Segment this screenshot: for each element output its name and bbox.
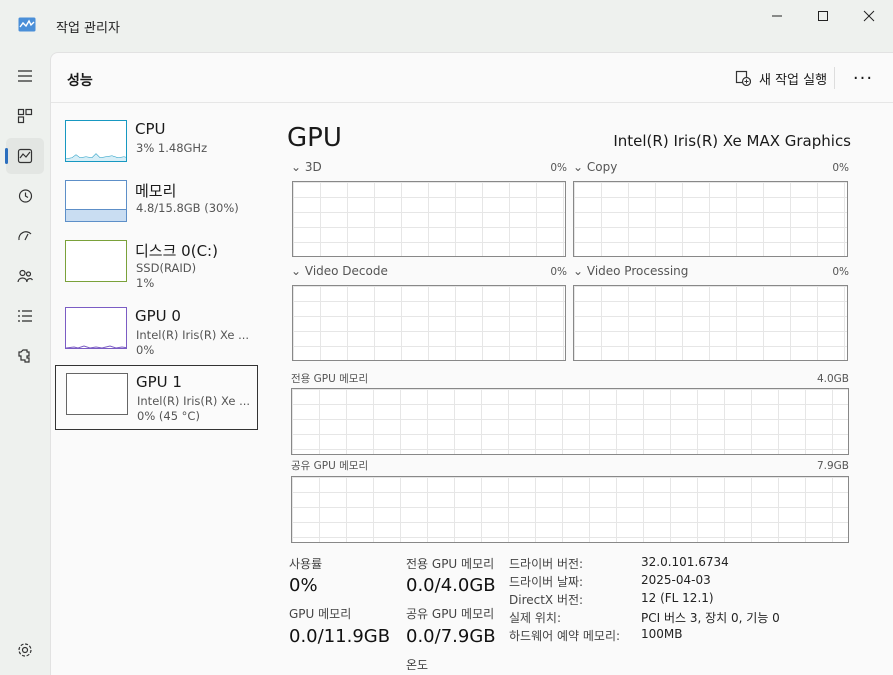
usage-value: 0%	[289, 575, 318, 596]
close-icon	[863, 10, 875, 22]
device-usage: 0% (45 °C)	[137, 409, 200, 423]
engine-copy-selector[interactable]: ⌄ Copy	[573, 160, 617, 174]
info-key: 실제 위치:	[509, 611, 562, 625]
header-divider	[834, 67, 835, 89]
engine-percent: 0%	[550, 162, 567, 174]
device-detail: Intel(R) Iris(R) Xe ...	[136, 328, 250, 342]
device-name: GPU 1	[136, 373, 182, 391]
info-value: 32.0.101.6734	[641, 555, 729, 569]
engine-video-decode-graph	[292, 285, 566, 361]
engine-video-decode-selector[interactable]: ⌄ Video Decode	[291, 264, 388, 278]
info-value: 2025-04-03	[641, 573, 711, 587]
processes-icon[interactable]	[10, 101, 40, 131]
info-key: 하드웨어 예약 메모리:	[509, 629, 621, 643]
shared-gpu-memory-value: 0.0/7.9GB	[406, 626, 496, 647]
users-icon[interactable]	[10, 261, 40, 291]
gpu-memory-value: 0.0/11.9GB	[289, 626, 391, 647]
gpu0-thumbnail-graph	[65, 307, 127, 349]
info-key: 드라이버 버전:	[509, 557, 584, 571]
title-bar: 작업 관리자	[0, 0, 893, 52]
details-icon[interactable]	[10, 301, 40, 331]
shared-memory-max: 7.9GB	[816, 460, 849, 472]
dedicated-memory-max: 4.0GB	[816, 373, 849, 385]
page-title: 성능	[67, 73, 93, 89]
info-value: 100MB	[641, 627, 683, 641]
menu-icon[interactable]	[10, 61, 40, 91]
task-manager-icon	[18, 17, 36, 32]
engine-label: Video Processing	[586, 264, 689, 278]
services-icon[interactable]	[10, 341, 40, 371]
dedicated-memory-graph	[291, 388, 849, 455]
shared-memory-label: 공유 GPU 메모리	[291, 460, 369, 472]
maximize-icon	[818, 11, 828, 21]
info-key: DirectX 버전:	[509, 593, 584, 607]
window-title: 작업 관리자	[56, 21, 120, 36]
engine-copy-graph	[573, 181, 848, 257]
more-options-button[interactable]: ···	[845, 65, 881, 91]
settings-icon[interactable]	[10, 635, 40, 665]
device-item-cpu[interactable]: CPU 3% 1.48GHz	[55, 113, 258, 178]
device-detail: Intel(R) Iris(R) Xe ...	[137, 394, 251, 408]
run-new-task-label: 새 작업 실행	[759, 72, 828, 88]
engine-percent: 0%	[550, 266, 567, 278]
device-name: 메모리	[135, 182, 177, 200]
device-name: GPU 0	[135, 307, 181, 325]
detail-title: GPU	[287, 123, 342, 153]
info-value: PCI 버스 3, 장치 0, 기능 0	[641, 611, 780, 625]
device-detail: 4.8/15.8GB (30%)	[136, 201, 239, 215]
shared-gpu-memory-label: 공유 GPU 메모리	[406, 607, 495, 621]
engine-3d-graph	[292, 181, 566, 257]
memory-thumbnail-graph	[65, 180, 127, 222]
info-value: 12 (FL 12.1)	[641, 591, 714, 605]
device-item-gpu0[interactable]: GPU 0 Intel(R) Iris(R) Xe ... 0%	[55, 300, 258, 365]
temperature-label: 온도	[406, 658, 429, 672]
main-panel: 성능 새 작업 실행 ··· CPU 3% 1.48GHz 메모리 4.8/15…	[50, 52, 893, 675]
engine-video-processing-graph	[573, 285, 848, 361]
device-item-memory[interactable]: 메모리 4.8/15.8GB (30%)	[55, 173, 258, 238]
maximize-button[interactable]	[800, 0, 846, 32]
gpu-memory-label: GPU 메모리	[289, 607, 352, 621]
device-name: 디스크 0(C:)	[135, 242, 218, 260]
close-button[interactable]	[846, 0, 892, 32]
gpu-model-name: Intel(R) Iris(R) Xe MAX Graphics	[613, 132, 851, 150]
device-name: CPU	[135, 120, 166, 138]
device-item-disk[interactable]: 디스크 0(C:) SSD(RAID) 1%	[55, 233, 258, 298]
gpu1-thumbnail-graph	[66, 373, 128, 415]
minimize-icon	[772, 15, 782, 17]
cpu-thumbnail-graph	[65, 120, 127, 162]
nav-active-indicator	[5, 148, 8, 164]
engine-percent: 0%	[832, 266, 849, 278]
page-header: 성능 새 작업 실행 ···	[51, 53, 893, 103]
device-detail: SSD(RAID)	[136, 261, 197, 275]
info-key: 드라이버 날짜:	[509, 575, 584, 589]
shared-memory-graph	[291, 476, 849, 543]
run-new-task-button[interactable]: 새 작업 실행	[729, 65, 833, 91]
device-item-gpu1[interactable]: GPU 1 Intel(R) Iris(R) Xe ... 0% (45 °C)	[55, 365, 258, 430]
performance-icon[interactable]	[10, 141, 40, 171]
engine-label: Copy	[586, 160, 618, 174]
dedicated-gpu-memory-value: 0.0/4.0GB	[406, 575, 496, 596]
startup-apps-icon[interactable]	[10, 221, 40, 251]
device-detail: 3% 1.48GHz	[136, 141, 208, 155]
engine-video-processing-selector[interactable]: ⌄ Video Processing	[573, 264, 688, 278]
disk-thumbnail-graph	[65, 240, 127, 282]
device-usage: 1%	[136, 276, 155, 290]
engine-label: 3D	[304, 160, 322, 174]
engine-3d-selector[interactable]: ⌄ 3D	[291, 160, 322, 174]
engine-label: Video Decode	[304, 264, 388, 278]
device-usage: 0%	[136, 343, 155, 357]
minimize-button[interactable]	[754, 0, 800, 32]
usage-label: 사용률	[289, 557, 323, 571]
engine-percent: 0%	[832, 162, 849, 174]
dedicated-memory-label: 전용 GPU 메모리	[291, 373, 369, 385]
app-history-icon[interactable]	[10, 181, 40, 211]
new-task-icon	[735, 70, 751, 86]
dedicated-gpu-memory-label: 전용 GPU 메모리	[406, 557, 495, 571]
